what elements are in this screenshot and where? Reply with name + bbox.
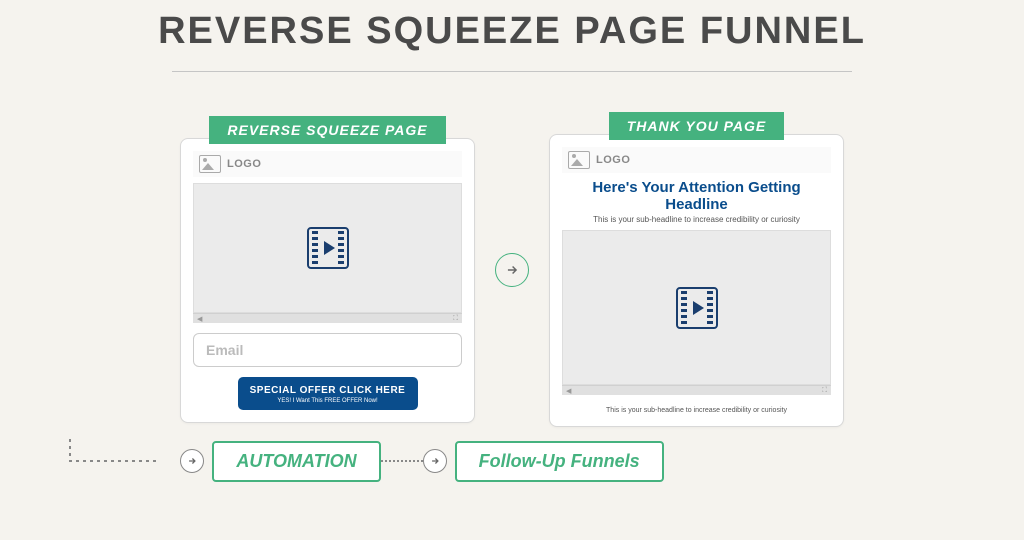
arrow-right-small-icon: [180, 449, 204, 473]
thankyou-page-wrapper: THANK YOU PAGE LOGO Here's Your Attentio…: [549, 112, 844, 427]
scroll-left-icon: ◀: [197, 315, 202, 323]
page-title: REVERSE SQUEEZE PAGE FUNNEL: [40, 10, 984, 53]
scroll-expand-icon: ⛶: [453, 315, 458, 323]
divider: [172, 71, 852, 72]
video-icon: [676, 287, 718, 329]
headline: Here's Your Attention Getting Headline: [562, 179, 831, 213]
squeeze-page-wrapper: REVERSE SQUEEZE PAGE LOGO ◀ ⛶ Email: [180, 116, 475, 423]
video-icon: [307, 227, 349, 269]
automation-box: AUTOMATION: [212, 441, 380, 482]
video-placeholder: [193, 183, 462, 313]
subheadline: This is your sub-headline to increase cr…: [562, 215, 831, 224]
arrow-right-icon: [495, 253, 529, 287]
logo-text: LOGO: [596, 154, 630, 166]
followup-box: Follow-Up Funnels: [455, 441, 664, 482]
image-placeholder-icon: [568, 151, 590, 169]
cta-main-text: SPECIAL OFFER CLICK HERE: [242, 385, 414, 396]
play-icon: [324, 241, 335, 255]
squeeze-page-card: LOGO ◀ ⛶ Email SPECIAL OFFER CLICK HERE …: [180, 138, 475, 423]
dotted-connector: [381, 460, 423, 462]
scroll-bar: ◀ ⛶: [193, 313, 462, 323]
video-placeholder: [562, 230, 831, 385]
squeeze-page-label: REVERSE SQUEEZE PAGE: [209, 116, 445, 144]
email-input[interactable]: Email: [193, 333, 462, 367]
thankyou-page-card: LOGO Here's Your Attention Getting Headl…: [549, 134, 844, 427]
logo-bar: LOGO: [193, 151, 462, 177]
play-icon: [693, 301, 704, 315]
image-placeholder-icon: [199, 155, 221, 173]
logo-text: LOGO: [227, 158, 261, 170]
automation-row: AUTOMATION Follow-Up Funnels: [40, 439, 984, 483]
thankyou-page-label: THANK YOU PAGE: [609, 112, 785, 140]
scroll-expand-icon: ⛶: [822, 387, 827, 395]
dotted-connector: [60, 439, 180, 483]
logo-bar: LOGO: [562, 147, 831, 173]
cta-button[interactable]: SPECIAL OFFER CLICK HERE YES! I Want Thi…: [238, 377, 418, 410]
footer-text: This is your sub-headline to increase cr…: [562, 407, 831, 414]
scroll-bar: ◀ ⛶: [562, 385, 831, 395]
cta-sub-text: YES! I Want This FREE OFFER Now!: [242, 398, 414, 404]
arrow-right-small-icon: [423, 449, 447, 473]
scroll-left-icon: ◀: [566, 387, 571, 395]
funnel-row: REVERSE SQUEEZE PAGE LOGO ◀ ⛶ Email: [40, 112, 984, 427]
